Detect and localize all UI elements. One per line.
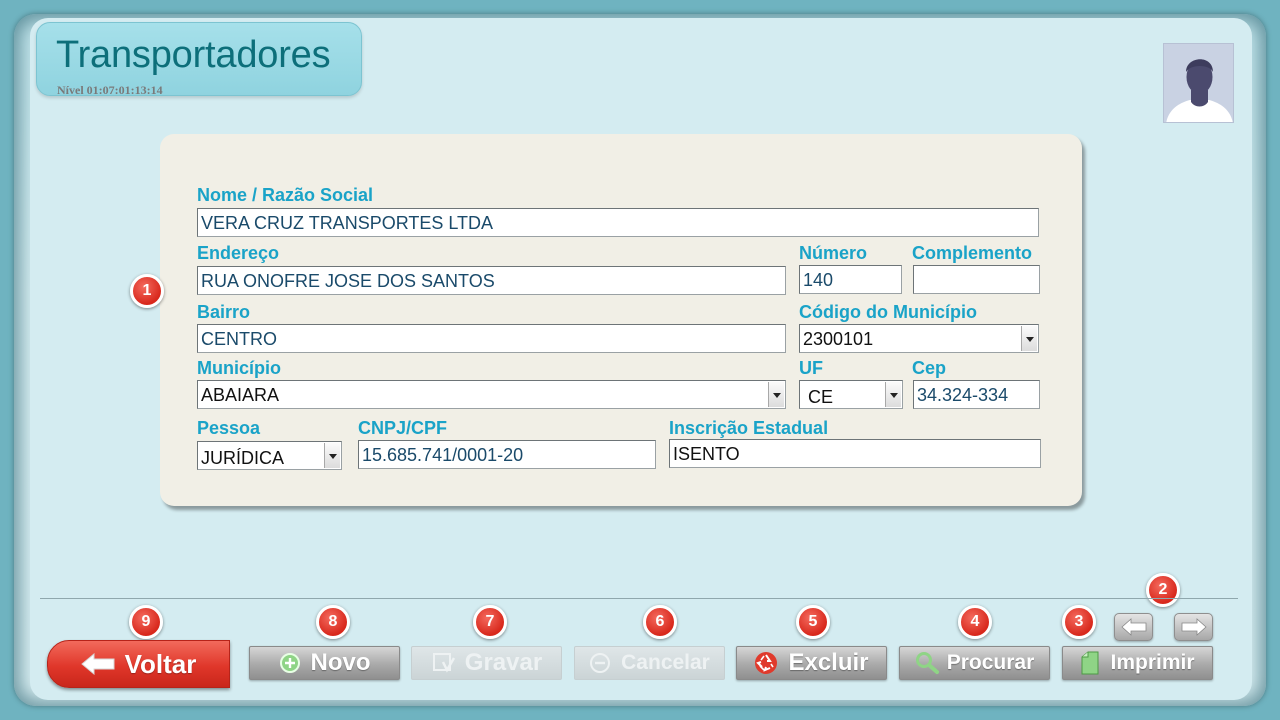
endereco-label: Endereço <box>197 243 280 263</box>
pessoa-value: JURÍDICA <box>201 448 285 468</box>
inscricao-label: Inscrição Estadual <box>669 418 829 438</box>
cancelar-label: Cancelar <box>621 651 710 674</box>
numero-input[interactable]: 140 <box>799 265 902 294</box>
excluir-label: Excluir <box>788 649 869 676</box>
page-title: Transportadores <box>56 34 331 76</box>
complemento-input[interactable] <box>913 265 1040 294</box>
excluir-button[interactable]: Excluir <box>736 646 887 680</box>
complemento-label: Complemento <box>912 243 1033 263</box>
codigo-municipio-select[interactable]: 2300101 <box>799 324 1039 353</box>
toolbar-divider <box>40 598 1238 599</box>
codigo-municipio-value: 2300101 <box>803 329 874 349</box>
nav-right-icon <box>1181 618 1207 636</box>
voltar-label: Voltar <box>124 648 197 679</box>
pessoa-select[interactable]: JURÍDICA <box>197 441 342 470</box>
minus-circle-icon <box>590 653 611 673</box>
badge-6: 6 <box>643 605 677 639</box>
codigo-municipio-label: Código do Município <box>799 302 977 322</box>
uf-select[interactable]: CE <box>799 380 903 409</box>
recycle-icon <box>755 652 778 674</box>
badge-2: 2 <box>1146 573 1180 607</box>
previous-record-button[interactable] <box>1114 613 1153 641</box>
user-avatar[interactable] <box>1163 43 1234 123</box>
chevron-down-icon[interactable] <box>1021 326 1037 351</box>
bairro-label: Bairro <box>197 302 251 322</box>
procurar-button[interactable]: Procurar <box>899 646 1050 680</box>
cnpj-input[interactable]: 15.685.741/0001-20 <box>358 440 656 469</box>
chevron-down-icon[interactable] <box>324 443 340 468</box>
badge-8: 8 <box>316 605 350 639</box>
cep-label: Cep <box>912 358 947 378</box>
gravar-label: Gravar <box>464 649 543 676</box>
badge-5: 5 <box>796 605 830 639</box>
novo-label: Novo <box>310 649 371 676</box>
badge-7: 7 <box>473 605 507 639</box>
cep-input[interactable]: 34.324-334 <box>913 380 1040 409</box>
voltar-button[interactable]: Voltar <box>47 640 230 688</box>
bairro-input[interactable]: CENTRO <box>197 324 786 353</box>
municipio-label: Município <box>197 358 281 378</box>
arrow-left-icon <box>80 653 115 675</box>
municipio-value: ABAIARA <box>201 385 280 405</box>
numero-label: Número <box>799 243 868 263</box>
cancelar-button[interactable]: Cancelar <box>574 646 725 680</box>
inscricao-input[interactable]: ISENTO <box>669 439 1041 468</box>
nav-left-icon <box>1120 618 1146 636</box>
magnifier-icon <box>915 652 939 674</box>
document-icon <box>1081 651 1099 675</box>
plus-circle-icon <box>279 653 300 673</box>
uf-value: CE <box>808 387 834 407</box>
badge-9: 9 <box>129 605 163 639</box>
novo-button[interactable]: Novo <box>249 646 400 680</box>
next-record-button[interactable] <box>1174 613 1213 641</box>
chevron-down-icon[interactable] <box>885 382 901 407</box>
badge-1: 1 <box>130 274 164 308</box>
user-avatar-icon <box>1164 44 1233 122</box>
endereco-input[interactable]: RUA ONOFRE JOSE DOS SANTOS <box>197 266 786 295</box>
level-label: Nível 01:07:01:13:14 <box>57 83 163 97</box>
procurar-label: Procurar <box>946 651 1035 674</box>
gravar-button[interactable]: Gravar <box>411 646 562 680</box>
imprimir-label: Imprimir <box>1110 651 1195 674</box>
save-icon <box>432 653 455 673</box>
imprimir-button[interactable]: Imprimir <box>1062 646 1213 680</box>
nome-label: Nome / Razão Social <box>197 185 374 205</box>
uf-label: UF <box>799 358 823 378</box>
municipio-select[interactable]: ABAIARA <box>197 380 786 409</box>
badge-3: 3 <box>1062 605 1096 639</box>
pessoa-label: Pessoa <box>197 418 261 438</box>
chevron-down-icon[interactable] <box>768 382 784 407</box>
nome-input[interactable]: VERA CRUZ TRANSPORTES LTDA <box>197 208 1039 237</box>
badge-4: 4 <box>958 605 992 639</box>
cnpj-label: CNPJ/CPF <box>358 418 448 438</box>
